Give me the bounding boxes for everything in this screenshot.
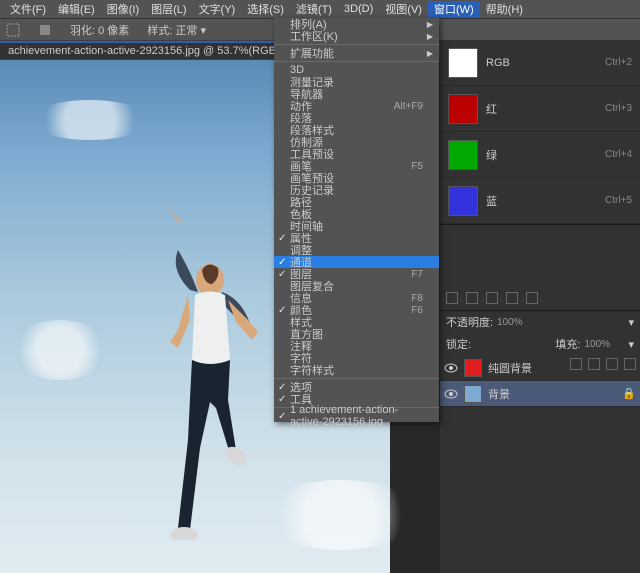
- menu-7[interactable]: 3D(D): [338, 3, 379, 15]
- menu-10[interactable]: 帮助(H): [480, 1, 529, 17]
- menu-item[interactable]: 扩展功能: [274, 47, 439, 59]
- channel-shortcut: Ctrl+4: [605, 149, 632, 160]
- channel-name: 红: [486, 101, 605, 117]
- panel-icon[interactable]: [570, 358, 582, 370]
- filter-smart-icon[interactable]: [526, 292, 538, 304]
- channel-shortcut: Ctrl+5: [605, 195, 632, 206]
- layer-thumb: [464, 359, 482, 377]
- menu-9[interactable]: 窗口(W): [428, 1, 480, 17]
- opacity-input[interactable]: [497, 317, 537, 328]
- menu-6[interactable]: 滤镜(T): [290, 1, 338, 17]
- fill-input[interactable]: [584, 339, 624, 350]
- channel-name: 蓝: [486, 193, 605, 209]
- document-tab-title: achievement-action-active-2923156.jpg @ …: [8, 45, 296, 57]
- lock-label: 锁定:: [446, 336, 471, 352]
- menu-item[interactable]: 1 achievement-action-active-2923156.jpg: [274, 410, 439, 422]
- visibility-icon[interactable]: [444, 361, 458, 375]
- filter-adjust-icon[interactable]: [466, 292, 478, 304]
- document-tab[interactable]: achievement-action-active-2923156.jpg @ …: [0, 41, 317, 59]
- window-menu-dropdown[interactable]: 排列(A)工作区(K)扩展功能3D测量记录导航器动作Alt+F9段落段落样式仿制…: [274, 18, 439, 422]
- style-label: 样式: 正常 ▾: [147, 22, 206, 38]
- menu-2[interactable]: 图像(I): [101, 1, 145, 17]
- menu-item[interactable]: 字符样式: [274, 364, 439, 376]
- menu-4[interactable]: 文字(Y): [193, 1, 242, 17]
- channel-row[interactable]: 蓝Ctrl+5: [440, 178, 640, 224]
- channel-row[interactable]: RGBCtrl+2: [440, 40, 640, 86]
- menu-1[interactable]: 编辑(E): [52, 1, 101, 17]
- channel-swatch: [448, 48, 478, 78]
- opacity-label: 不透明度:: [446, 314, 493, 330]
- person-image: [140, 200, 280, 540]
- layer-name: 纯圆背景: [488, 360, 532, 376]
- channel-swatch: [448, 140, 478, 170]
- panel-icon[interactable]: [588, 358, 600, 370]
- menu-0[interactable]: 文件(F): [4, 1, 52, 17]
- channel-row[interactable]: 绿Ctrl+4: [440, 132, 640, 178]
- marquee-tool-icon[interactable]: [6, 23, 20, 37]
- channel-swatch: [448, 94, 478, 124]
- feather-label: 羽化: 0 像素: [70, 22, 129, 38]
- filter-pixel-icon[interactable]: [446, 292, 458, 304]
- menu-5[interactable]: 选择(S): [241, 1, 290, 17]
- layer-thumb: [464, 385, 482, 403]
- lock-icon: 🔒: [622, 387, 636, 400]
- channel-name: 绿: [486, 147, 605, 163]
- layers-filter-bar: [440, 285, 640, 311]
- menu-3[interactable]: 图层(L): [145, 1, 192, 17]
- channel-swatch: [448, 186, 478, 216]
- menu-item[interactable]: 工作区(K): [274, 30, 439, 42]
- marquee-mode-icon[interactable]: [38, 23, 52, 37]
- visibility-icon[interactable]: [444, 387, 458, 401]
- panel-icon[interactable]: [624, 358, 636, 370]
- filter-text-icon[interactable]: [486, 292, 498, 304]
- channel-name: RGB: [486, 57, 605, 69]
- layer-name: 背景: [488, 386, 510, 402]
- layer-row[interactable]: 背景 🔒: [440, 381, 640, 407]
- filter-shape-icon[interactable]: [506, 292, 518, 304]
- channel-row[interactable]: 红Ctrl+3: [440, 86, 640, 132]
- channel-shortcut: Ctrl+3: [605, 103, 632, 114]
- channel-shortcut: Ctrl+2: [605, 57, 632, 68]
- panel-icon[interactable]: [606, 358, 618, 370]
- fill-label: 填充:: [555, 336, 580, 352]
- menu-8[interactable]: 视图(V): [379, 1, 428, 17]
